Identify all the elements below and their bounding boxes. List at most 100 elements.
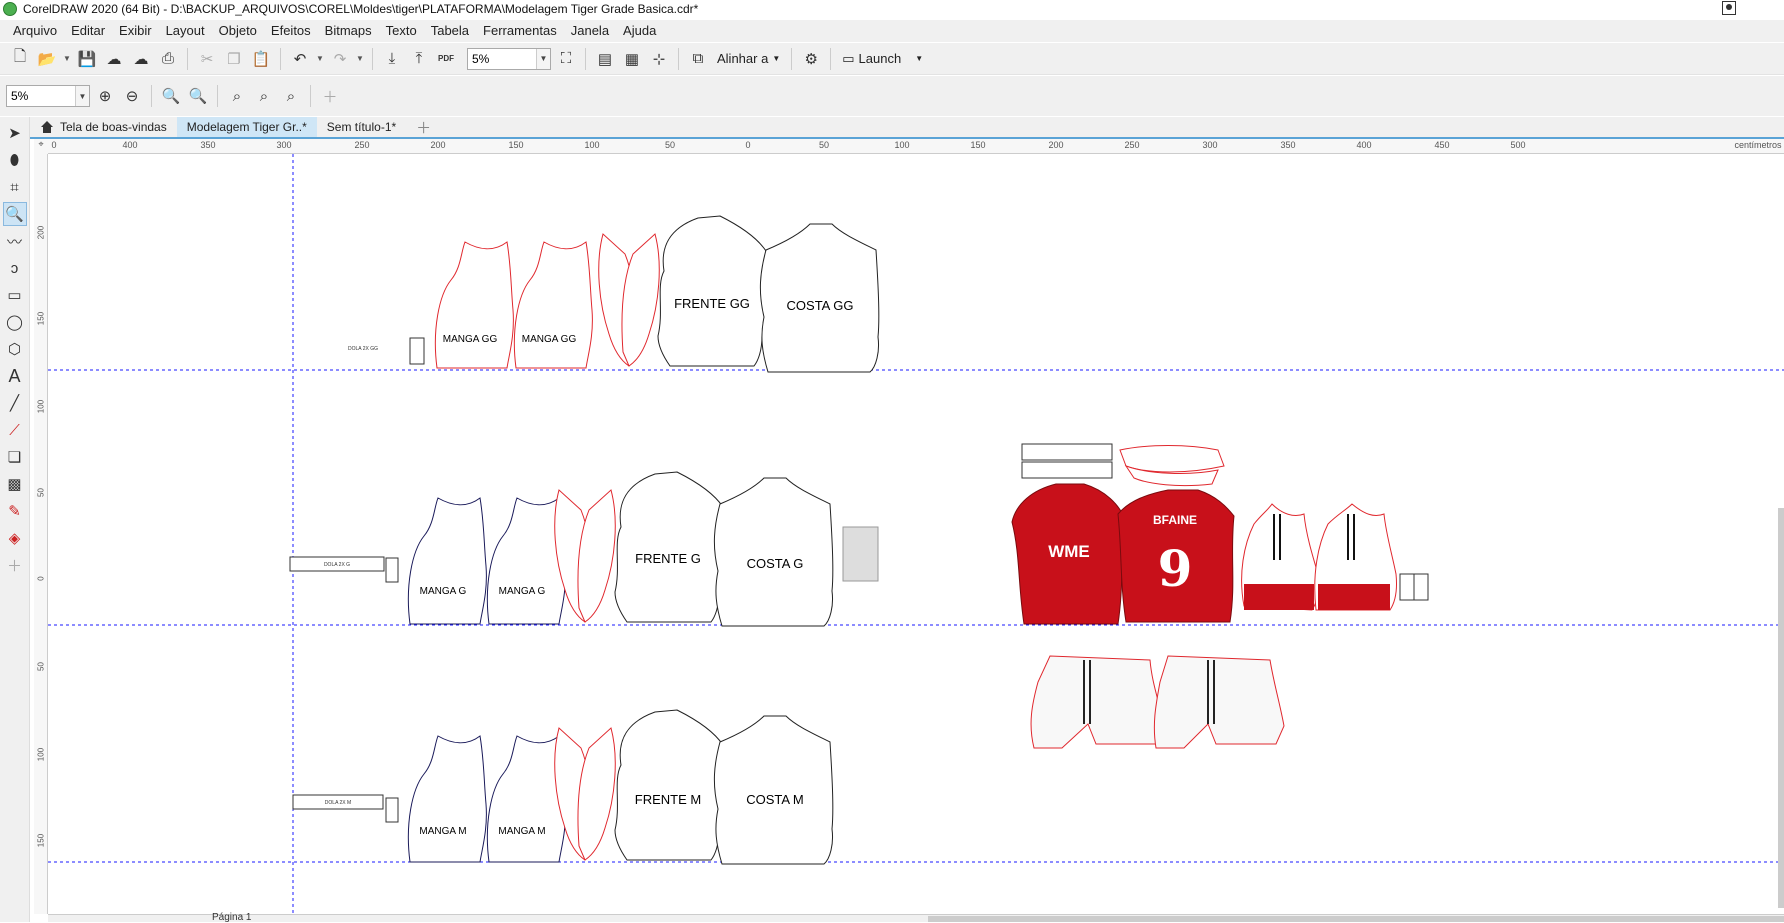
polygon-tool-icon[interactable]: ⬡ — [3, 337, 27, 361]
launch-button[interactable]: ▭ Launch ▼ — [838, 51, 927, 67]
snap-to-icon[interactable]: ⧉ — [686, 47, 710, 71]
horizontal-scrollbar[interactable] — [928, 916, 1784, 922]
drop-shadow-tool-icon[interactable]: ❏ — [3, 445, 27, 469]
open-recent-dropdown[interactable]: ▼ — [62, 47, 72, 71]
copy-icon[interactable]: ❐ — [222, 47, 246, 71]
import-icon[interactable]: ⤓ — [380, 47, 404, 71]
vertical-scrollbar[interactable] — [1778, 508, 1784, 908]
connector-tool-icon[interactable]: ⟋ — [3, 418, 27, 442]
zoom-out-icon[interactable]: ⊖ — [120, 84, 144, 108]
text-tool-icon[interactable]: A — [3, 364, 27, 388]
collar-piece[interactable] — [554, 727, 616, 861]
sleeve-piece-left[interactable] — [434, 241, 514, 369]
pick-tool-icon[interactable]: ➤ — [3, 121, 27, 145]
zoom-to-all-objects-icon[interactable]: 🔍 — [186, 84, 210, 108]
new-document-icon[interactable]: 🗋 — [8, 47, 32, 71]
menu-janela[interactable]: Janela — [564, 20, 616, 42]
bitmap-placeholder[interactable] — [842, 526, 879, 582]
zoom-level-combo[interactable]: ▼ — [467, 47, 551, 70]
front-piece[interactable] — [614, 709, 724, 861]
dola-piece[interactable] — [409, 337, 425, 365]
shorts-mockup-right[interactable] — [1153, 655, 1285, 749]
export-pdf-icon[interactable]: PDF — [434, 47, 458, 71]
chevron-down-icon[interactable]: ▼ — [75, 86, 89, 106]
rectangle-tool-icon[interactable]: ▭ — [3, 283, 27, 307]
undo-icon[interactable]: ↶ — [288, 47, 312, 71]
paste-icon[interactable]: 📋 — [249, 47, 273, 71]
front-piece[interactable] — [657, 215, 767, 367]
menu-bitmaps[interactable]: Bitmaps — [318, 20, 379, 42]
zoom-tool-icon[interactable]: 🔍 — [2, 202, 27, 226]
redo-dropdown[interactable]: ▼ — [355, 47, 365, 71]
open-folder-icon[interactable]: 📂 — [35, 47, 59, 71]
undo-dropdown[interactable]: ▼ — [315, 47, 325, 71]
eyedropper-tool-icon[interactable]: ✎ — [3, 499, 27, 523]
vertical-ruler[interactable]: 200 150 100 50 0 50 100 150 — [34, 154, 48, 914]
export-icon[interactable]: ⤒ — [407, 47, 431, 71]
drawing-canvas[interactable]: DOLA 2X GG MANGA GG MANGA GG FRENTE GG C… — [48, 154, 1784, 914]
tab-welcome-screen[interactable]: Tela de boas-vindas — [30, 117, 177, 137]
options-gear-icon[interactable]: ⚙ — [799, 47, 823, 71]
sleeve-piece-left[interactable] — [407, 497, 487, 625]
collar-piece[interactable] — [598, 233, 660, 367]
sleeve-piece-right[interactable] — [513, 241, 593, 369]
label-box[interactable] — [1021, 461, 1113, 479]
crop-tool-icon[interactable]: ⌗ — [3, 175, 27, 199]
zoom-to-page-width-icon[interactable]: ⌕ — [252, 84, 276, 108]
full-screen-preview-icon[interactable]: ⛶ — [554, 47, 578, 71]
label-box[interactable] — [1021, 443, 1113, 461]
dola-small-piece[interactable] — [385, 557, 399, 583]
ellipse-tool-icon[interactable]: ◯ — [3, 310, 27, 334]
menu-efeitos[interactable]: Efeitos — [264, 20, 318, 42]
menu-exibir[interactable]: Exibir — [112, 20, 159, 42]
shorts-mockup-left[interactable] — [1030, 655, 1165, 749]
save-icon[interactable]: 💾 — [75, 47, 99, 71]
drawing-svg[interactable]: DOLA 2X GG MANGA GG MANGA GG FRENTE GG C… — [48, 154, 1784, 914]
property-zoom-input[interactable] — [7, 86, 75, 106]
transparency-tool-icon[interactable]: ▩ — [3, 472, 27, 496]
menu-ajuda[interactable]: Ajuda — [616, 20, 663, 42]
property-zoom-combo[interactable]: ▼ — [6, 85, 90, 107]
new-tab-plus-icon[interactable]: ＋ — [406, 117, 441, 137]
menu-objeto[interactable]: Objeto — [212, 20, 264, 42]
cut-icon[interactable]: ✂ — [195, 47, 219, 71]
tab-modelagem-tiger[interactable]: Modelagem Tiger Gr..* — [176, 117, 317, 137]
cloud-upload-icon[interactable]: ☁ — [102, 47, 126, 71]
sleeve-piece-right[interactable] — [486, 735, 566, 863]
horizontal-ruler[interactable]: 0 400 350 300 250 200 150 100 50 0 50 10… — [48, 139, 1784, 154]
front-piece[interactable] — [614, 471, 724, 623]
sleeve-piece-right[interactable] — [486, 497, 566, 625]
show-rulers-icon[interactable]: ▤ — [593, 47, 617, 71]
cloud-share-icon[interactable]: ☁ — [129, 47, 153, 71]
zoom-level-input[interactable] — [468, 48, 536, 69]
zoom-to-page-height-icon[interactable]: ⌕ — [279, 84, 303, 108]
chevron-down-icon[interactable]: ▼ — [536, 48, 550, 69]
zoom-in-icon[interactable]: ⊕ — [93, 84, 117, 108]
dola-small-piece[interactable] — [385, 797, 399, 823]
menu-ferramentas[interactable]: Ferramentas — [476, 20, 564, 42]
zoom-to-page-icon[interactable]: ⌕ — [225, 84, 249, 108]
zoom-to-selected-icon[interactable]: 🔍 — [159, 84, 183, 108]
show-guidelines-icon[interactable]: ⊹ — [647, 47, 671, 71]
show-grid-icon[interactable]: ▦ — [620, 47, 644, 71]
menu-layout[interactable]: Layout — [159, 20, 212, 42]
page-tab-label[interactable]: Página 1 — [212, 912, 251, 923]
interactive-fill-tool-icon[interactable]: ◈ — [3, 526, 27, 550]
redo-icon[interactable]: ↷ — [328, 47, 352, 71]
collar-piece[interactable] — [554, 489, 616, 623]
menu-tabela[interactable]: Tabela — [424, 20, 476, 42]
artistic-media-tool-icon[interactable]: ↄ — [3, 256, 27, 280]
print-icon[interactable]: ⎙ — [156, 47, 180, 71]
align-to-button[interactable]: Alinhar a ▼ — [713, 51, 784, 66]
collar-strip[interactable] — [1119, 445, 1225, 473]
menu-texto[interactable]: Texto — [379, 20, 424, 42]
add-tool-icon[interactable]: ＋ — [3, 553, 27, 577]
back-piece[interactable] — [713, 477, 834, 627]
parallel-dimension-tool-icon[interactable]: ╱ — [3, 391, 27, 415]
dola-piece[interactable] — [1413, 573, 1429, 601]
add-icon[interactable]: ＋ — [318, 84, 342, 108]
ruler-origin-corner[interactable]: ⌖ — [34, 139, 48, 154]
sleeve-piece-left[interactable] — [407, 735, 487, 863]
shape-tool-icon[interactable]: ⬮ — [3, 148, 27, 172]
back-piece[interactable] — [713, 715, 834, 865]
